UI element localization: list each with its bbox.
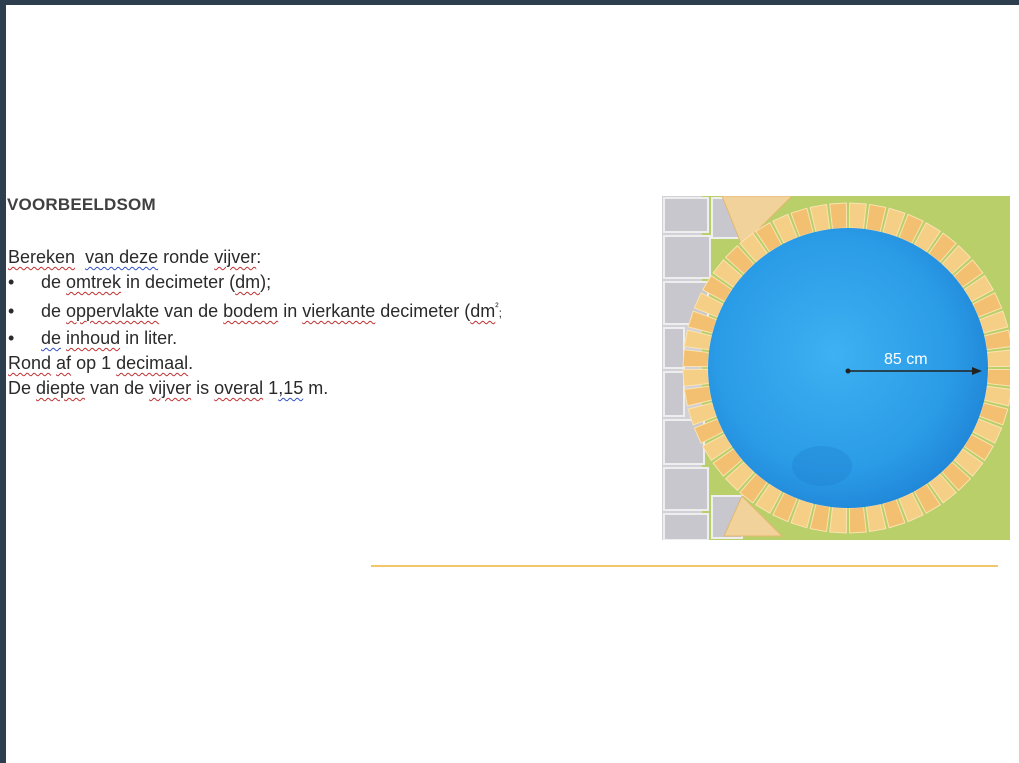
divider-line xyxy=(371,565,998,567)
word-dm2: dm xyxy=(470,301,496,321)
window-frame-top xyxy=(0,0,1019,5)
colon: : xyxy=(256,247,262,267)
text: ); xyxy=(260,272,272,292)
text: is xyxy=(191,378,215,398)
word-vijver: vijver xyxy=(214,247,257,267)
word-vierkante: vierkante xyxy=(302,301,376,321)
pond-tile xyxy=(682,349,710,368)
page-title: VOORBEELDSOM xyxy=(7,195,156,214)
text: De xyxy=(8,378,37,398)
text: op 1 xyxy=(71,353,117,373)
word-bereken: Bereken xyxy=(8,247,76,267)
word-oppervlakte: oppervlakte xyxy=(66,301,160,321)
exercise-text: Bereken van deze ronde vijver: • de omtre… xyxy=(8,245,502,401)
word-decimaal: decimaal xyxy=(116,353,189,373)
text: in xyxy=(278,301,303,321)
bullet-icon: • xyxy=(8,301,15,321)
text: ; xyxy=(498,306,502,320)
word-dm: dm xyxy=(235,272,261,292)
pond-svg: 85 cm xyxy=(662,195,1014,541)
word-omtrek: omtrek xyxy=(66,272,122,292)
bullet-omtrek: • de omtrek in decimeter (dm); xyxy=(8,270,502,295)
word-ronde: ronde xyxy=(163,247,210,267)
text: decimeter ( xyxy=(375,301,471,321)
window-frame-left xyxy=(0,0,6,763)
text: in liter. xyxy=(120,328,178,348)
text: . xyxy=(188,353,194,373)
word-af: af xyxy=(56,353,72,373)
pond-illustration: 85 cm xyxy=(662,195,1014,541)
word-van-deze: van deze xyxy=(85,247,159,267)
pond-tile xyxy=(829,506,848,534)
number-decimal: ,15 xyxy=(278,378,304,398)
word-vijver: vijver xyxy=(149,378,192,398)
text: van de xyxy=(85,378,150,398)
intro-line: Bereken van deze ronde vijver: xyxy=(8,245,502,270)
pond-tile xyxy=(848,202,867,230)
text: m. xyxy=(303,378,329,398)
word-de: de xyxy=(41,328,62,348)
pond-tile xyxy=(986,349,1014,368)
bullet-inhoud: • de inhoud in liter. xyxy=(8,326,502,351)
bullet-icon: • xyxy=(8,328,15,348)
word-rond: Rond xyxy=(8,353,52,373)
word-inhoud: inhoud xyxy=(66,328,121,348)
word-overal: overal xyxy=(214,378,264,398)
radius-label: 85 cm xyxy=(884,351,928,368)
bullet-oppervlakte: • de oppervlakte van de bodem in vierkant… xyxy=(8,295,502,326)
round-line: Rond af op 1 decimaal. xyxy=(8,351,502,376)
text: de xyxy=(41,272,67,292)
water-shadow xyxy=(792,446,852,486)
text: de xyxy=(41,301,67,321)
text: 1 xyxy=(263,378,279,398)
word-diepte: diepte xyxy=(36,378,86,398)
pond-tile xyxy=(682,368,710,387)
pond-tile xyxy=(986,368,1014,387)
text: in decimeter ( xyxy=(121,272,236,292)
bullet-icon: • xyxy=(8,272,15,292)
text: van de xyxy=(159,301,224,321)
word-bodem: bodem xyxy=(223,301,279,321)
depth-line: De diepte van de vijver is overal 1,15 m… xyxy=(8,376,502,401)
pond-tile xyxy=(829,202,848,230)
pond-tile xyxy=(848,506,867,534)
